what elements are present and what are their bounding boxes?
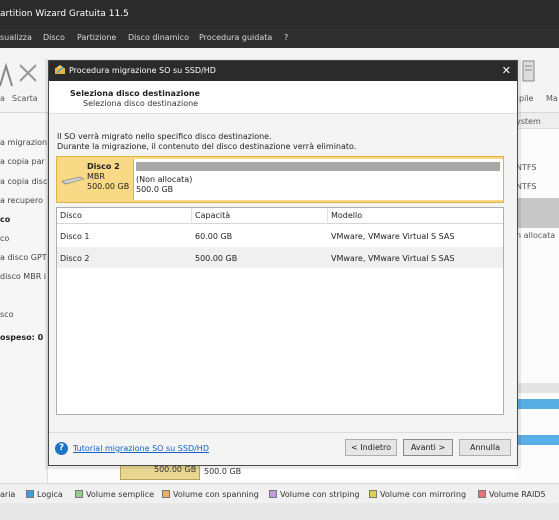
- partition-label: (Non allocata): [136, 175, 193, 184]
- disk-type: MBR: [87, 172, 105, 181]
- description-line-2: Durante la migrazione, il contenuto del …: [57, 142, 357, 151]
- next-button[interactable]: Avanti >: [403, 439, 453, 456]
- dialog-titlebar[interactable]: Procedura migrazione SO su SSD/HD ✕: [49, 61, 517, 81]
- dialog-footer: ? Tutorial migrazione SO su SSD/HD < Ind…: [49, 432, 517, 465]
- hard-disk-icon: [62, 176, 84, 185]
- column-header-model[interactable]: Modello: [328, 208, 503, 224]
- menu-partizione[interactable]: Partizione: [77, 33, 116, 42]
- legend-raid5: Volume RAID5: [478, 490, 546, 499]
- menu-visualizza[interactable]: sualizza: [0, 33, 32, 42]
- back-button[interactable]: < Indietro: [345, 439, 397, 456]
- step-subtitle: Seleziona disco destinazione: [83, 99, 199, 108]
- legend-swatch: [369, 490, 377, 498]
- sidebar-item[interactable]: a copia par: [0, 157, 45, 166]
- menu-procedura-guidata[interactable]: Procedura guidata: [199, 33, 272, 42]
- sidebar-item[interactable]: a recupero: [0, 196, 43, 205]
- status-bar: [0, 503, 559, 520]
- disk-list-table: Disco Capacità Modello Disco 1 60.00 GB …: [56, 207, 504, 415]
- wizard-wand-icon: [55, 65, 65, 74]
- legend-swatch: [75, 490, 83, 498]
- step-title: Seleziona disco destinazione: [70, 89, 200, 98]
- cell-capacity: 500.00 GB: [195, 254, 238, 263]
- close-icon[interactable]: ✕: [502, 64, 511, 77]
- disk-info: Disco 2 MBR 500.00 GB: [57, 157, 132, 202]
- partition-size: 500.0 GB: [136, 185, 174, 194]
- cell-model: VMware, VMware Virtual S SAS: [331, 254, 455, 263]
- app-menubar: sualizza Disco Partizione Disco dinamico…: [0, 29, 559, 76]
- apply-label: a: [0, 94, 5, 103]
- toolbar-button-ma[interactable]: Ma: [546, 48, 559, 113]
- dialog-title: Procedura migrazione SO su SSD/HD: [69, 66, 216, 75]
- sidebar-item[interactable]: co: [0, 234, 9, 243]
- tutorial-link[interactable]: Tutorial migrazione SO su SSD/HD: [73, 444, 209, 453]
- menu-disco[interactable]: Disco: [43, 33, 65, 42]
- toolbar-button-pile[interactable]: pile: [519, 48, 539, 113]
- partition-usage-bar: [136, 162, 500, 171]
- toolbar-label-ma: Ma: [546, 94, 558, 103]
- cell-model: VMware, VMware Virtual S SAS: [331, 232, 455, 241]
- discard-button[interactable]: Scarta: [12, 48, 44, 113]
- selected-disk-card[interactable]: Disco 2 MBR 500.00 GB (Non allocata) 500…: [56, 156, 504, 203]
- cell-disk: Disco 2: [60, 254, 90, 263]
- table-row[interactable]: Disco 1 60.00 GB VMware, VMware Virtual …: [57, 225, 503, 246]
- discard-icon: [19, 64, 37, 82]
- sidebar-item[interactable]: a copia disc: [0, 177, 47, 186]
- legend-swatch: [478, 490, 486, 498]
- legend-swatch: [269, 490, 277, 498]
- cancel-button[interactable]: Annulla: [459, 439, 511, 456]
- app-titlebar: artition Wizard Gratuita 11.5: [0, 0, 559, 29]
- app-title: artition Wizard Gratuita 11.5: [0, 9, 129, 19]
- column-header-capacity[interactable]: Capacità: [192, 208, 328, 224]
- menu-disco-dinamico[interactable]: Disco dinamico: [128, 33, 189, 42]
- app-sidebar: a migrazion a copia par a copia disc a r…: [0, 113, 48, 483]
- table-row-selected[interactable]: Disco 2 500.00 GB VMware, VMware Virtual…: [57, 247, 503, 268]
- sidebar-item[interactable]: disco MBR i: [0, 272, 46, 281]
- sidebar-section: co: [0, 215, 11, 224]
- discard-label: Scarta: [12, 94, 38, 103]
- cell-capacity: 60.00 GB: [195, 232, 233, 241]
- legend-simple: Volume semplice: [75, 490, 154, 499]
- dialog-header: Seleziona disco destinazione Seleziona d…: [49, 81, 517, 114]
- legend-spanned: Volume con spanning: [162, 490, 259, 499]
- column-header-disk[interactable]: Disco: [57, 208, 192, 224]
- disk-size: 500.00 GB: [87, 182, 130, 191]
- sidebar-item[interactable]: a disco GPT: [0, 253, 47, 262]
- os-migration-dialog: Procedura migrazione SO su SSD/HD ✕ Sele…: [48, 60, 518, 466]
- legend-mirrored: Volume con mirroring: [369, 490, 466, 499]
- legend-swatch: [26, 490, 34, 498]
- legend-bar: aria Logica Volume semplice Volume con s…: [0, 483, 559, 503]
- cell-disk: Disco 1: [60, 232, 90, 241]
- toolbar-label-pile: pile: [519, 94, 534, 103]
- sidebar-item[interactable]: sco: [0, 310, 13, 319]
- document-icon: [522, 60, 535, 82]
- legend-striped: Volume con striping: [269, 490, 359, 499]
- unallocated-partition[interactable]: (Non allocata) 500.0 GB: [133, 159, 503, 200]
- help-icon[interactable]: ?: [55, 442, 68, 455]
- legend-swatch: [162, 490, 170, 498]
- legend-primary: aria: [0, 490, 16, 499]
- legend-logical: Logica: [26, 490, 63, 499]
- sidebar-item[interactable]: a migrazion: [0, 138, 47, 147]
- pending-operations: ospeso: 0: [0, 333, 44, 342]
- menu-help[interactable]: ?: [284, 33, 288, 42]
- disk-name: Disco 2: [87, 162, 120, 171]
- description-line-1: Il SO verrà migrato nello specifico disc…: [57, 132, 272, 141]
